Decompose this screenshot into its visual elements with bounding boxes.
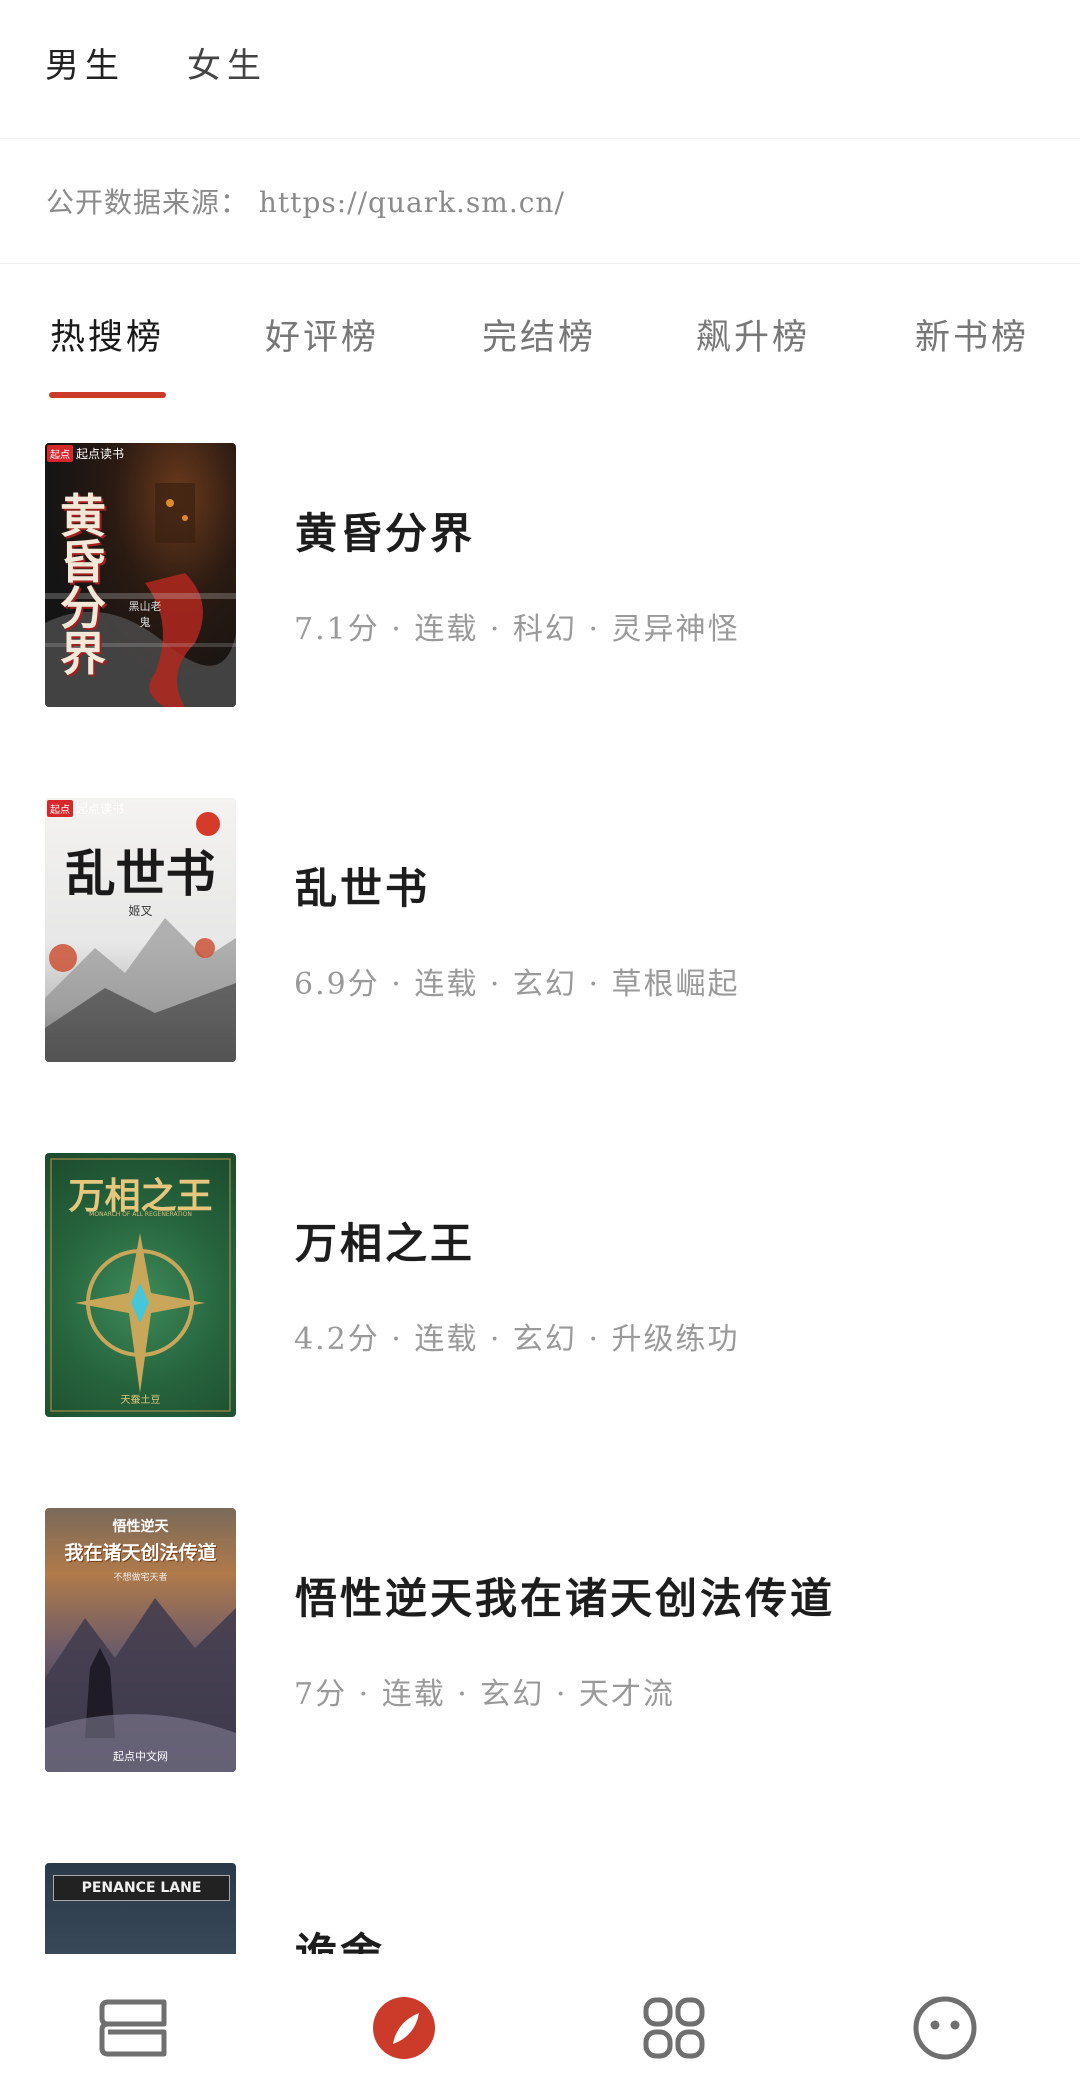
- cover-publisher-badge: 起点 起点读书: [47, 445, 124, 462]
- book-title: 黄昏分界: [295, 509, 476, 558]
- cover-publisher-badge: 起点 起点读书: [47, 800, 124, 817]
- gender-tab-male[interactable]: 男生: [45, 38, 125, 87]
- bottom-nav: [0, 1954, 1080, 2097]
- cover-author: 黑山老鬼: [128, 600, 162, 629]
- cover-title: PENANCE LANE: [53, 1875, 230, 1901]
- book-title: 诡舍: [295, 1929, 386, 1954]
- data-source-text: 公开数据来源： https://quark.sm.cn/: [46, 186, 565, 219]
- cover-publisher: 起点中文网: [113, 1750, 168, 1763]
- book-item[interactable]: 万相之王 MONARCH OF ALL REGENERATION 天蚕土豆 万相…: [0, 1114, 1080, 1469]
- ranking-tabs: 热搜榜 好评榜 完结榜 飙升榜 新书榜: [0, 264, 1080, 404]
- book-meta: 6.9分 · 连载 · 玄幻 · 草根崛起: [294, 967, 740, 1002]
- gender-switch-bar: 男生 女生: [0, 0, 1080, 139]
- cover-title: 我在诸天创法传道: [64, 1542, 217, 1564]
- book-cover: 起点 起点读书 乱世书 姬叉: [45, 798, 236, 1062]
- cover-title: 乱世书: [65, 844, 216, 903]
- book-meta: 4.2分 · 连载 · 玄幻 · 升级练功: [294, 1322, 740, 1357]
- tab-top-rated[interactable]: 好评榜: [265, 309, 379, 360]
- compass-icon: [373, 1997, 435, 2059]
- book-list: 起点 起点读书 黄昏分界 黑山老鬼 黄昏分界 7.1分 · 连载 · 科幻 · 灵…: [0, 404, 1080, 1954]
- book-title: 乱世书: [295, 864, 431, 913]
- cover-tagline: MONARCH OF ALL REGENERATION: [89, 1211, 192, 1218]
- book-meta: 7分 · 连载 · 玄幻 · 天才流: [294, 1677, 675, 1712]
- apps-icon: [643, 1997, 705, 2059]
- nav-discover[interactable]: [349, 1970, 459, 2080]
- book-cover: 悟性逆天 我在诸天创法传道 不想做宅天者 起点中文网: [45, 1508, 236, 1772]
- book-cover: 万相之王 MONARCH OF ALL REGENERATION 天蚕土豆: [45, 1153, 236, 1417]
- book-item[interactable]: 悟性逆天 我在诸天创法传道 不想做宅天者 起点中文网 悟性逆天我在诸天创法传道 …: [0, 1469, 1080, 1824]
- book-cover: PENANCE LANE: [45, 1863, 236, 1954]
- book-cover: 起点 起点读书 黄昏分界 黑山老鬼: [45, 443, 236, 707]
- gender-tab-female[interactable]: 女生: [187, 38, 267, 87]
- data-source-bar: 公开数据来源： https://quark.sm.cn/: [0, 139, 1080, 264]
- book-item[interactable]: 起点 起点读书 黄昏分界 黑山老鬼 黄昏分界 7.1分 · 连载 · 科幻 · 灵…: [0, 404, 1080, 759]
- cover-author: 姬叉: [128, 904, 153, 918]
- tab-hot-search[interactable]: 热搜榜: [50, 309, 164, 360]
- active-tab-indicator: [49, 392, 166, 398]
- tab-new-books[interactable]: 新书榜: [915, 309, 1029, 360]
- profile-face-icon: [913, 1996, 977, 2060]
- nav-bookshelf[interactable]: [80, 1970, 190, 2080]
- tab-rising[interactable]: 飙升榜: [696, 309, 810, 360]
- nav-apps[interactable]: [620, 1970, 730, 2080]
- cover-author: 不想做宅天者: [113, 1573, 168, 1583]
- book-title: 悟性逆天我在诸天创法传道: [295, 1574, 836, 1623]
- book-item[interactable]: 起点 起点读书 乱世书 姬叉 乱世书 6.9分 · 连载 · 玄幻 · 草根崛起: [0, 759, 1080, 1114]
- book-meta: 7.1分 · 连载 · 科幻 · 灵异神怪: [294, 612, 740, 647]
- cover-title-top: 悟性逆天: [112, 1519, 169, 1535]
- book-title: 万相之王: [295, 1219, 476, 1268]
- book-item[interactable]: PENANCE LANE 诡舍: [0, 1824, 1080, 1954]
- bookshelf-icon: [99, 1999, 167, 2057]
- cover-title: 黄昏分界: [60, 489, 106, 681]
- cover-author: 天蚕土豆: [120, 1395, 161, 1406]
- tab-completed[interactable]: 完结榜: [482, 309, 596, 360]
- nav-profile[interactable]: [890, 1970, 1000, 2080]
